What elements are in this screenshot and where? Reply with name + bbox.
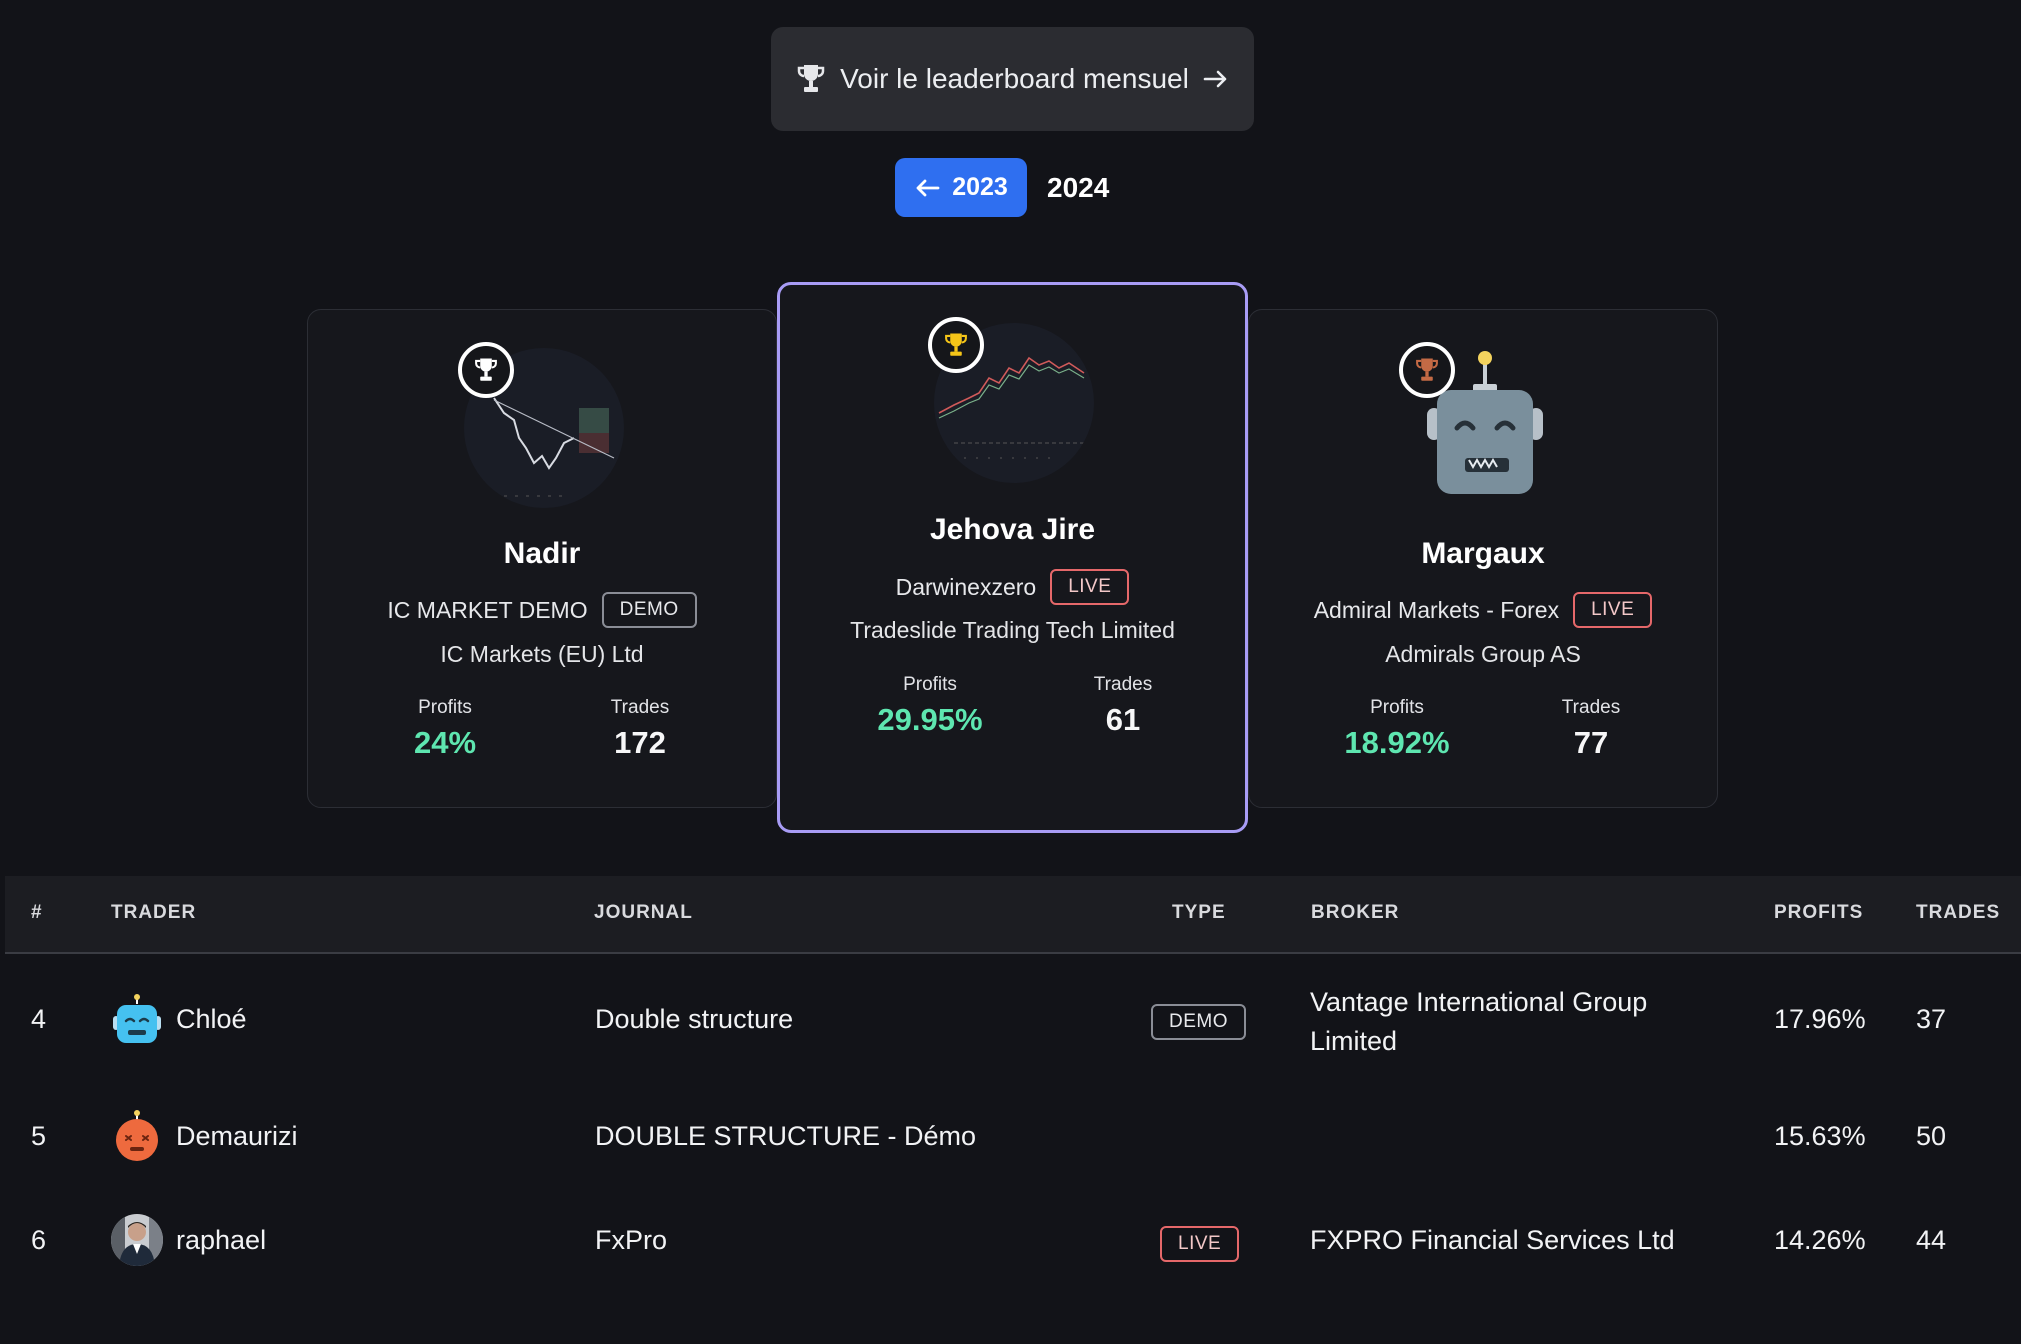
profits-cell: 17.96% [1774, 1004, 1866, 1034]
trophy-rank-1-icon [928, 317, 984, 373]
trades-label: Trades [1561, 697, 1621, 718]
profits-stat: Profits 18.92% [1297, 697, 1497, 761]
broker-cell: FXPRO Financial Services Ltd [1310, 1225, 1675, 1255]
header-profits[interactable]: PROFITS [1774, 902, 1863, 924]
profits-label: Profits [418, 697, 472, 718]
header-trader[interactable]: TRADER [111, 902, 196, 924]
journal-name: Admiral Markets - Forex [1313, 596, 1560, 623]
journal-row: Darwinexzero LIVE [780, 569, 1245, 605]
table-row[interactable]: 6 raphael FxPro LIVE FXPRO Financial Ser… [0, 1196, 2021, 1296]
broker-name: Tradeslide Trading Tech Limited [850, 617, 1175, 643]
profits-value: 24% [413, 725, 477, 760]
monthly-leaderboard-button[interactable]: Voir le leaderboard mensuel [771, 27, 1254, 131]
journal-cell[interactable]: Double structure [595, 1004, 793, 1035]
header-type[interactable]: TYPE [1172, 902, 1226, 924]
trader-name: Jehova Jire [929, 513, 1096, 546]
trader-name: Nadir [503, 537, 581, 570]
arrow-left-icon [916, 179, 940, 196]
previous-year-label: 2023 [952, 173, 1008, 201]
trades-value: 77 [1573, 725, 1609, 760]
trades-stat: Trades 172 [540, 697, 740, 761]
journal-name: IC MARKET DEMO [387, 596, 588, 623]
podium-card-rank-3[interactable]: Margaux Admiral Markets - Forex LIVE Adm… [1248, 309, 1718, 808]
header-journal[interactable]: JOURNAL [594, 902, 693, 924]
broker-name: IC Markets (EU) Ltd [440, 641, 644, 667]
broker-line-1: Vantage International Group [1310, 987, 1648, 1017]
header-rank[interactable]: # [31, 902, 43, 924]
type-badge: LIVE [1160, 1226, 1240, 1262]
leaderboard-table-header: # TRADER JOURNAL TYPE BROKER PROFITS TRA… [5, 876, 2021, 954]
trader-name: Margaux [1421, 537, 1545, 570]
trades-cell: 44 [1916, 1225, 1947, 1255]
trades-cell: 50 [1916, 1121, 1947, 1151]
journal-name: Darwinexzero [895, 573, 1037, 600]
journal-cell[interactable]: DOUBLE STRUCTURE - Démo [595, 1121, 976, 1152]
trader-avatar [111, 1214, 163, 1266]
type-badge: LIVE [1050, 569, 1130, 605]
trades-label: Trades [610, 697, 670, 718]
rank-cell: 6 [31, 1225, 47, 1255]
profits-label: Profits [1370, 697, 1424, 718]
trader-name-cell[interactable]: raphael [176, 1225, 266, 1256]
table-row[interactable]: 5 Demaurizi DOUBLE STRUCTURE - Démo 15.6… [0, 1088, 2021, 1188]
trader-avatar [111, 1110, 163, 1162]
rank-cell: 5 [31, 1121, 47, 1151]
trades-cell: 37 [1916, 1004, 1947, 1034]
year-navigation: 2023 2024 [895, 158, 1109, 217]
journal-row: IC MARKET DEMO DEMO [308, 592, 776, 628]
profits-cell: 15.63% [1774, 1121, 1866, 1151]
broker-name: Admirals Group AS [1385, 641, 1581, 667]
trader-avatar [111, 994, 163, 1046]
broker-cell: Vantage International Group Limited [1310, 983, 1647, 1061]
profits-value: 29.95% [877, 702, 983, 737]
profits-label: Profits [903, 674, 957, 695]
podium-card-rank-2[interactable]: Nadir IC MARKET DEMO DEMO IC Markets (EU… [307, 309, 777, 808]
profits-cell: 14.26% [1774, 1225, 1866, 1255]
arrow-right-icon [1203, 70, 1227, 88]
header-trades[interactable]: TRADES [1916, 902, 2000, 924]
trades-stat: Trades 61 [1023, 674, 1223, 738]
journal-cell[interactable]: FxPro [595, 1225, 667, 1256]
trades-label: Trades [1093, 674, 1153, 695]
trophy-icon [797, 65, 825, 92]
journal-row: Admiral Markets - Forex LIVE [1249, 592, 1717, 628]
trades-value: 61 [1105, 702, 1141, 737]
profits-value: 18.92% [1344, 725, 1450, 760]
trophy-rank-3-icon [1399, 342, 1455, 398]
type-badge: DEMO [1151, 1004, 1246, 1040]
trader-name-cell[interactable]: Chloé [176, 1004, 247, 1035]
type-badge: DEMO [601, 592, 697, 628]
type-badge: LIVE [1573, 592, 1653, 628]
current-year: 2024 [1047, 171, 1110, 203]
trader-name-cell[interactable]: Demaurizi [176, 1121, 298, 1152]
trades-value: 172 [614, 725, 666, 760]
header-broker[interactable]: BROKER [1311, 902, 1399, 924]
rank-cell: 4 [31, 1004, 47, 1034]
previous-year-button[interactable]: 2023 [895, 158, 1027, 217]
monthly-leaderboard-label: Voir le leaderboard mensuel [840, 63, 1189, 94]
podium-card-rank-1[interactable]: Jehova Jire Darwinexzero LIVE Tradeslide… [777, 282, 1248, 833]
trophy-rank-2-icon [458, 342, 514, 398]
profits-stat: Profits 24% [345, 697, 545, 761]
broker-line-2: Limited [1310, 1026, 1398, 1056]
trades-stat: Trades 77 [1491, 697, 1691, 761]
table-row[interactable]: 4 Chloé Double structure DEMO Vantage In… [0, 970, 2021, 1070]
profits-stat: Profits 29.95% [830, 674, 1030, 738]
